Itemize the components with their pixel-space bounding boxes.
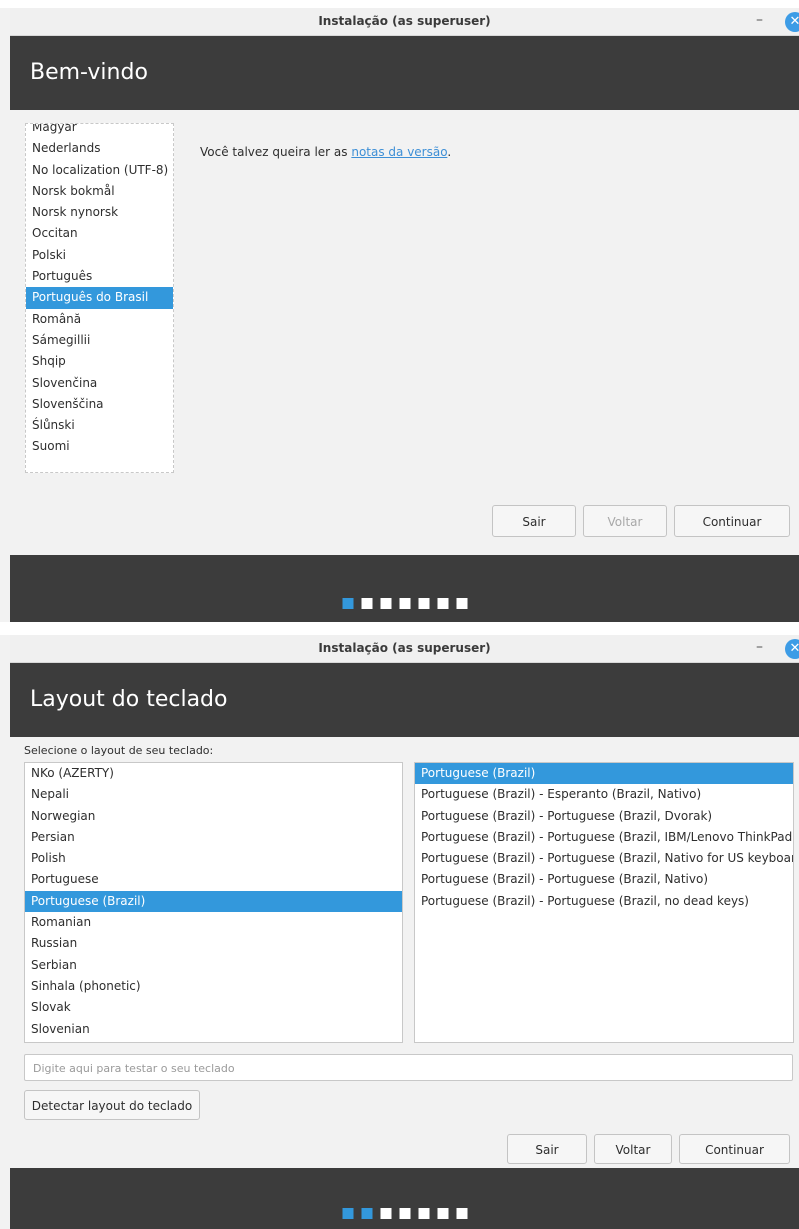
quit-button[interactable]: Sair bbox=[492, 505, 576, 537]
step-dot bbox=[418, 1208, 429, 1219]
step-dot bbox=[380, 1208, 391, 1219]
keyboard-test-input[interactable]: Digite aqui para testar o seu teclado bbox=[24, 1054, 793, 1081]
layout-item[interactable]: Portuguese bbox=[25, 869, 402, 890]
quit-button[interactable]: Sair bbox=[507, 1134, 587, 1164]
step-dot bbox=[437, 1208, 448, 1219]
variant-item[interactable]: Portuguese (Brazil) - Portuguese (Brazil… bbox=[415, 869, 793, 890]
step-dot bbox=[456, 1208, 467, 1219]
language-item[interactable]: Português bbox=[26, 266, 173, 287]
continue-button[interactable]: Continuar bbox=[679, 1134, 790, 1164]
window-title: Instalação (as superuser) bbox=[318, 14, 491, 28]
step-dot bbox=[342, 598, 353, 609]
release-notes-suffix: . bbox=[447, 145, 452, 159]
detect-layout-button[interactable]: Detectar layout do teclado bbox=[24, 1090, 200, 1120]
minimize-icon[interactable]: – bbox=[756, 12, 763, 28]
layout-item[interactable]: Persian bbox=[25, 827, 402, 848]
step-indicator bbox=[342, 1208, 467, 1219]
language-item[interactable]: Português do Brasil bbox=[26, 287, 173, 309]
step-dot bbox=[399, 598, 410, 609]
step-dot bbox=[361, 598, 372, 609]
language-item[interactable]: Slovenščina bbox=[26, 394, 173, 415]
language-item[interactable]: No localization (UTF-8) bbox=[26, 160, 173, 181]
back-button[interactable]: Voltar bbox=[583, 505, 667, 537]
language-item[interactable]: Polski bbox=[26, 245, 173, 266]
layout-item[interactable]: Serbian bbox=[25, 955, 402, 976]
release-notes-link[interactable]: notas da versão bbox=[351, 145, 447, 159]
language-item[interactable]: Română bbox=[26, 309, 173, 330]
layout-item[interactable]: Sinhala (phonetic) bbox=[25, 976, 402, 997]
window-title: Instalação (as superuser) bbox=[318, 641, 491, 655]
language-item[interactable]: Norsk bokmål bbox=[26, 181, 173, 202]
step-indicator bbox=[342, 598, 467, 609]
layout-item[interactable]: Romanian bbox=[25, 912, 402, 933]
welcome-window: Instalação (as superuser) – ✕ Bem-vindo … bbox=[0, 8, 799, 622]
language-item[interactable]: Norsk nynorsk bbox=[26, 202, 173, 223]
step-dot bbox=[361, 1208, 372, 1219]
layout-item[interactable]: Nepali bbox=[25, 784, 402, 805]
layout-list[interactable]: NKo (AZERTY) Nepali Norwegian Persian Polish… bbox=[24, 762, 403, 1043]
language-item[interactable]: Slovenčina bbox=[26, 373, 173, 394]
variant-item[interactable]: Portuguese (Brazil) bbox=[415, 763, 793, 785]
step-dot bbox=[380, 598, 391, 609]
step-dot bbox=[399, 1208, 410, 1219]
layout-item[interactable]: NKo (AZERTY) bbox=[25, 763, 402, 784]
progress-footer bbox=[10, 555, 799, 622]
step-dot bbox=[418, 598, 429, 609]
back-button[interactable]: Voltar bbox=[594, 1134, 672, 1164]
variant-item[interactable]: Portuguese (Brazil) - Esperanto (Brazil,… bbox=[415, 784, 793, 805]
layout-item[interactable]: Russian bbox=[25, 933, 402, 954]
language-item[interactable]: Ślůnski bbox=[26, 415, 173, 436]
language-item[interactable]: Suomi bbox=[26, 436, 173, 457]
continue-button[interactable]: Continuar bbox=[674, 505, 790, 537]
keyboard-window: Instalação (as superuser) – ✕ Layout do … bbox=[0, 635, 799, 1229]
title-bar: Instalação (as superuser) – ✕ bbox=[10, 8, 799, 36]
page-header: Layout do teclado bbox=[10, 663, 799, 737]
minimize-icon[interactable]: – bbox=[756, 639, 763, 655]
step-dot bbox=[437, 598, 448, 609]
close-icon[interactable]: ✕ bbox=[785, 12, 799, 32]
language-item[interactable]: Shqip bbox=[26, 351, 173, 372]
keyboard-content: Selecione o layout de seu teclado: NKo (… bbox=[10, 737, 799, 1164]
variant-item[interactable]: Portuguese (Brazil) - Portuguese (Brazil… bbox=[415, 891, 793, 912]
language-item[interactable]: Sámegillii bbox=[26, 330, 173, 351]
variant-item[interactable]: Portuguese (Brazil) - Portuguese (Brazil… bbox=[415, 827, 793, 848]
variant-item[interactable]: Portuguese (Brazil) - Portuguese (Brazil… bbox=[415, 806, 793, 827]
language-list[interactable]: Magyar Nederlands No localization (UTF-8) N… bbox=[25, 123, 174, 473]
step-dot bbox=[342, 1208, 353, 1219]
layout-item[interactable]: Portuguese (Brazil) bbox=[25, 890, 402, 913]
language-item[interactable]: Nederlands bbox=[26, 138, 173, 159]
page-title: Layout do teclado bbox=[30, 687, 228, 712]
release-notes-prefix: Você talvez queira ler as bbox=[200, 145, 352, 159]
language-item[interactable]: Magyar bbox=[26, 124, 173, 138]
layout-item[interactable]: Slovak bbox=[25, 997, 402, 1018]
layout-prompt: Selecione o layout de seu teclado: bbox=[24, 744, 214, 757]
language-item[interactable]: Occitan bbox=[26, 223, 173, 244]
title-bar: Instalação (as superuser) – ✕ bbox=[10, 635, 799, 663]
layout-item[interactable]: Polish bbox=[25, 848, 402, 869]
variant-item[interactable]: Portuguese (Brazil) - Portuguese (Brazil… bbox=[415, 848, 793, 869]
step-dot bbox=[456, 598, 467, 609]
layout-item[interactable]: Norwegian bbox=[25, 806, 402, 827]
welcome-content: Magyar Nederlands No localization (UTF-8) N… bbox=[10, 110, 799, 555]
page-title: Bem-vindo bbox=[30, 60, 148, 85]
page-header: Bem-vindo bbox=[10, 36, 799, 110]
variant-list[interactable]: Portuguese (Brazil) Portuguese (Brazil) -… bbox=[414, 762, 794, 1043]
layout-item[interactable]: Slovenian bbox=[25, 1019, 402, 1040]
progress-footer bbox=[10, 1168, 799, 1229]
release-notes-text: Você talvez queira ler as notas da versã… bbox=[200, 145, 451, 159]
close-icon[interactable]: ✕ bbox=[785, 639, 799, 659]
